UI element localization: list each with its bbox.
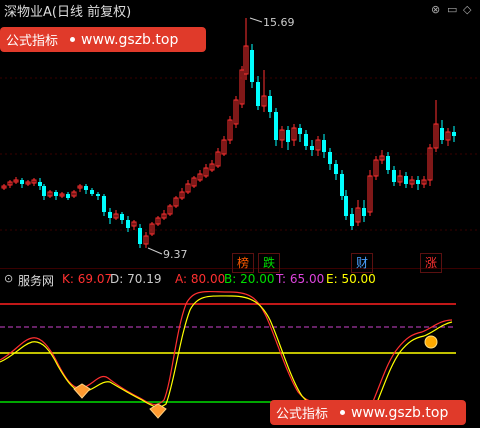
candle-body	[102, 196, 106, 212]
candle-body	[90, 190, 94, 194]
candle-body	[250, 50, 254, 82]
candle-body	[310, 146, 314, 150]
candle-body	[334, 164, 338, 174]
k-line	[0, 290, 453, 413]
candle-body	[340, 174, 344, 196]
value-t: T: 65.00	[276, 272, 325, 286]
gold-coin-icon	[424, 335, 438, 349]
candle-body	[304, 134, 308, 146]
candle-body	[440, 128, 444, 140]
candle-body	[328, 152, 332, 164]
candle-body	[322, 140, 326, 152]
candle-body	[344, 196, 348, 216]
candle-body	[42, 186, 46, 196]
candle-body	[256, 82, 260, 106]
low-leader	[147, 247, 163, 255]
signal-badge: 跌	[258, 253, 280, 273]
candlestick-series	[1, 18, 456, 248]
value-d: D: 70.19	[110, 272, 162, 286]
candle-body	[126, 220, 130, 228]
value-k: K: 69.07	[62, 272, 113, 286]
candle-body	[120, 214, 124, 220]
watermark-label: 公式指标	[276, 407, 329, 422]
signal-badge: 财	[351, 253, 373, 273]
candle-body	[54, 192, 58, 196]
value-a: A: 80.00	[175, 272, 226, 286]
candle-body	[392, 170, 396, 182]
candle-body	[38, 182, 42, 186]
candle-body	[350, 214, 354, 226]
candle-body	[286, 130, 290, 142]
low-price-label: 9.37	[163, 248, 188, 261]
chart-canvas: 15.69 9.37	[0, 16, 480, 419]
candle-body	[404, 176, 408, 184]
candle-body	[138, 228, 142, 244]
indicator-name: 服务网	[18, 274, 55, 288]
high-price-label: 15.69	[263, 16, 295, 29]
candle-body	[66, 194, 70, 198]
candle-body	[362, 208, 366, 216]
high-leader	[249, 17, 263, 23]
d-line	[0, 295, 453, 416]
candle-body	[108, 212, 112, 218]
watermark-url: www.gszb.top	[351, 404, 449, 421]
candle-body	[20, 180, 24, 184]
candle-body	[96, 194, 100, 196]
candle-body	[84, 186, 88, 190]
candle-body	[268, 96, 272, 112]
watermark-bottom: 公式指标 www.gszb.top	[270, 400, 466, 425]
indicator-toggle-icon[interactable]: ⊙	[4, 272, 13, 285]
value-b: B: 20.00	[224, 272, 275, 286]
signal-badge: 榜	[232, 253, 254, 273]
candle-body	[452, 132, 456, 136]
candle-body	[274, 112, 278, 140]
candle-body	[416, 180, 420, 184]
signal-badge: 涨	[420, 253, 442, 273]
candle-body	[298, 128, 302, 134]
watermark-dot-icon	[340, 410, 346, 415]
candle-body	[386, 156, 390, 170]
value-e: E: 50.00	[326, 272, 376, 286]
